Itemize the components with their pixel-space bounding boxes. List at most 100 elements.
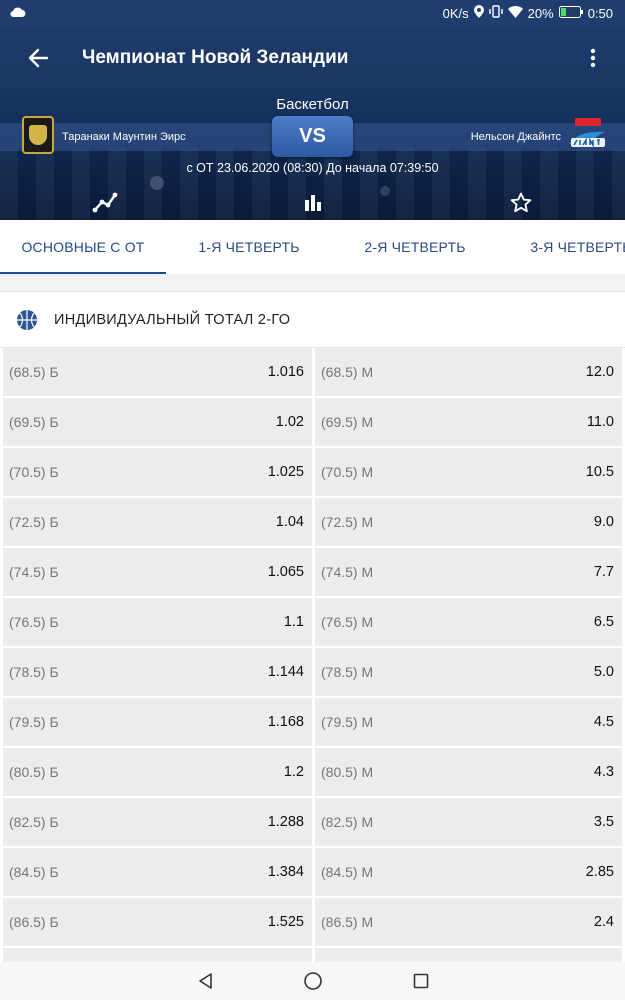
over-odds-button[interactable]: (68.5) Б 1.016 [3, 348, 312, 396]
over-odds-button[interactable]: (82.5) Б 1.288 [3, 798, 312, 846]
over-label: (79.5) Б [9, 714, 59, 730]
over-odds: 1.02 [275, 414, 304, 430]
over-odds: 1.2 [283, 764, 304, 780]
nav-recents-icon[interactable] [409, 969, 433, 993]
over-odds-button[interactable]: (79.5) Б 1.168 [3, 698, 312, 746]
odds-row: (84.5) Б 1.384 (84.5) М 2.85 [0, 848, 625, 898]
app-bar: Чемпионат Новой Зеландии [0, 26, 625, 90]
over-odds-button[interactable]: (72.5) Б 1.04 [3, 498, 312, 546]
under-odds-button[interactable]: (84.5) М 2.85 [315, 848, 622, 896]
odds-row: (86.5) Б 1.525 (86.5) М 2.4 [0, 898, 625, 948]
under-odds: 11.0 [586, 414, 614, 430]
over-odds-button[interactable]: (78.5) Б 1.144 [3, 648, 312, 696]
under-odds: 3.5 [593, 814, 614, 830]
odds-row: (69.5) Б 1.02 (69.5) М 11.0 [0, 398, 625, 448]
over-odds: 1.065 [267, 564, 304, 580]
under-label: (78.5) М [321, 664, 374, 680]
under-odds: 7.7 [593, 564, 614, 580]
notification-cloud-icon [10, 6, 26, 21]
battery-icon [558, 5, 583, 21]
under-odds-button[interactable]: (74.5) М 7.7 [315, 548, 622, 596]
odds-row: (80.5) Б 1.2 (80.5) М 4.3 [0, 748, 625, 798]
over-odds-button[interactable]: (74.5) Б 1.065 [3, 548, 312, 596]
under-odds: 12.0 [585, 364, 614, 380]
under-odds: 4.3 [593, 764, 614, 780]
under-label: (68.5) М [321, 364, 374, 380]
under-odds: 9.0 [593, 514, 614, 530]
more-vert-icon[interactable] [573, 38, 613, 78]
tab-quarter-2[interactable]: 2-Я ЧЕТВЕРТЬ [332, 220, 498, 274]
under-odds-button[interactable]: (86.5) М 2.4 [315, 898, 622, 946]
under-odds-button[interactable]: (80.5) М 4.3 [315, 748, 622, 796]
odds-row: (68.5) Б 1.016 (68.5) М 12.0 [0, 348, 625, 398]
odds-grid: (68.5) Б 1.016 (68.5) М 12.0 (69.5) Б 1.02 … [0, 348, 625, 962]
over-label: (82.5) Б [9, 814, 59, 830]
status-bar: 0K/s 20% 0:50 [0, 0, 625, 26]
under-odds-button[interactable]: (72.5) М 9.0 [315, 498, 622, 546]
under-label: (79.5) М [321, 714, 374, 730]
over-label: (72.5) Б [9, 514, 59, 530]
basketball-icon [16, 309, 38, 331]
team1-logo [22, 116, 54, 154]
under-label: (80.5) М [321, 764, 374, 780]
under-odds-button[interactable]: (76.5) М 6.5 [315, 598, 622, 646]
under-odds: 4.5 [593, 714, 614, 730]
team2-name: Нельсон Джайнтс [470, 131, 561, 143]
under-odds-button[interactable]: (69.5) М 11.0 [315, 398, 622, 446]
under-odds: 5.0 [593, 664, 614, 680]
under-label: (86.5) М [321, 914, 374, 930]
odds-row: (79.5) Б 1.168 (79.5) М 4.5 [0, 698, 625, 748]
star-icon[interactable] [505, 186, 537, 218]
over-odds-button[interactable]: (80.5) Б 1.2 [3, 748, 312, 796]
under-label: (69.5) М [321, 414, 374, 430]
under-odds-button-partial[interactable] [315, 948, 622, 962]
battery-percent: 20% [527, 5, 554, 21]
over-odds-button-partial[interactable] [3, 948, 312, 962]
over-label: (68.5) Б [9, 364, 59, 380]
over-label: (86.5) Б [9, 914, 59, 930]
odds-row: (78.5) Б 1.144 (78.5) М 5.0 [0, 648, 625, 698]
under-odds-button[interactable]: (68.5) М 12.0 [315, 348, 622, 396]
nav-home-icon[interactable] [301, 969, 325, 993]
over-label: (74.5) Б [9, 564, 59, 580]
tab-quarter-3[interactable]: 3-Я ЧЕТВЕРТЬ [498, 220, 625, 274]
sport-label: Баскетбол [276, 96, 349, 113]
under-odds-button[interactable]: (79.5) М 4.5 [315, 698, 622, 746]
over-odds-button[interactable]: (76.5) Б 1.1 [3, 598, 312, 646]
under-odds: 6.5 [593, 614, 614, 630]
over-odds-button[interactable]: (69.5) Б 1.02 [3, 398, 312, 446]
odds-row: (74.5) Б 1.065 (74.5) М 7.7 [0, 548, 625, 598]
under-odds-button[interactable]: (70.5) М 10.5 [315, 448, 622, 496]
nav-back-icon[interactable] [193, 969, 217, 993]
back-arrow-icon[interactable] [10, 30, 66, 86]
over-odds-button[interactable]: (70.5) Б 1.025 [3, 448, 312, 496]
under-odds-button[interactable]: (82.5) М 3.5 [315, 798, 622, 846]
bar-stats-icon[interactable] [297, 186, 329, 218]
over-label: (80.5) Б [9, 764, 59, 780]
over-label: (76.5) Б [9, 614, 59, 630]
wifi-icon [507, 5, 523, 21]
over-odds: 1.144 [267, 664, 304, 680]
under-odds-button[interactable]: (78.5) М 5.0 [315, 648, 622, 696]
over-label: (78.5) Б [9, 664, 59, 680]
under-odds: 10.5 [585, 464, 614, 480]
over-odds-button[interactable]: (86.5) Б 1.525 [3, 898, 312, 946]
over-odds: 1.04 [275, 514, 304, 530]
over-odds: 1.288 [267, 814, 304, 830]
under-label: (84.5) М [321, 864, 374, 880]
under-odds: 2.4 [593, 914, 614, 930]
market-title: ИНДИВИДУАЛЬНЫЙ ТОТАЛ 2-ГО [54, 311, 291, 328]
market-header[interactable]: ИНДИВИДУАЛЬНЫЙ ТОТАЛ 2-ГО [0, 292, 625, 348]
over-odds: 1.1 [283, 614, 304, 630]
odds-row: (76.5) Б 1.1 (76.5) М 6.5 [0, 598, 625, 648]
team1-name: Таранаки Маунтин Эирс [62, 131, 186, 143]
odds-row: (72.5) Б 1.04 (72.5) М 9.0 [0, 498, 625, 548]
under-odds: 2.85 [585, 864, 614, 880]
trend-line-icon[interactable] [89, 186, 121, 218]
tab-main-with-ot[interactable]: ОСНОВНЫЕ С ОТ [0, 220, 166, 274]
team2-logo [565, 116, 609, 154]
tab-quarter-1[interactable]: 1-Я ЧЕТВЕРТЬ [166, 220, 332, 274]
vibrate-icon [488, 5, 503, 21]
page-title: Чемпионат Новой Зеландии [82, 47, 349, 68]
over-odds-button[interactable]: (84.5) Б 1.384 [3, 848, 312, 896]
